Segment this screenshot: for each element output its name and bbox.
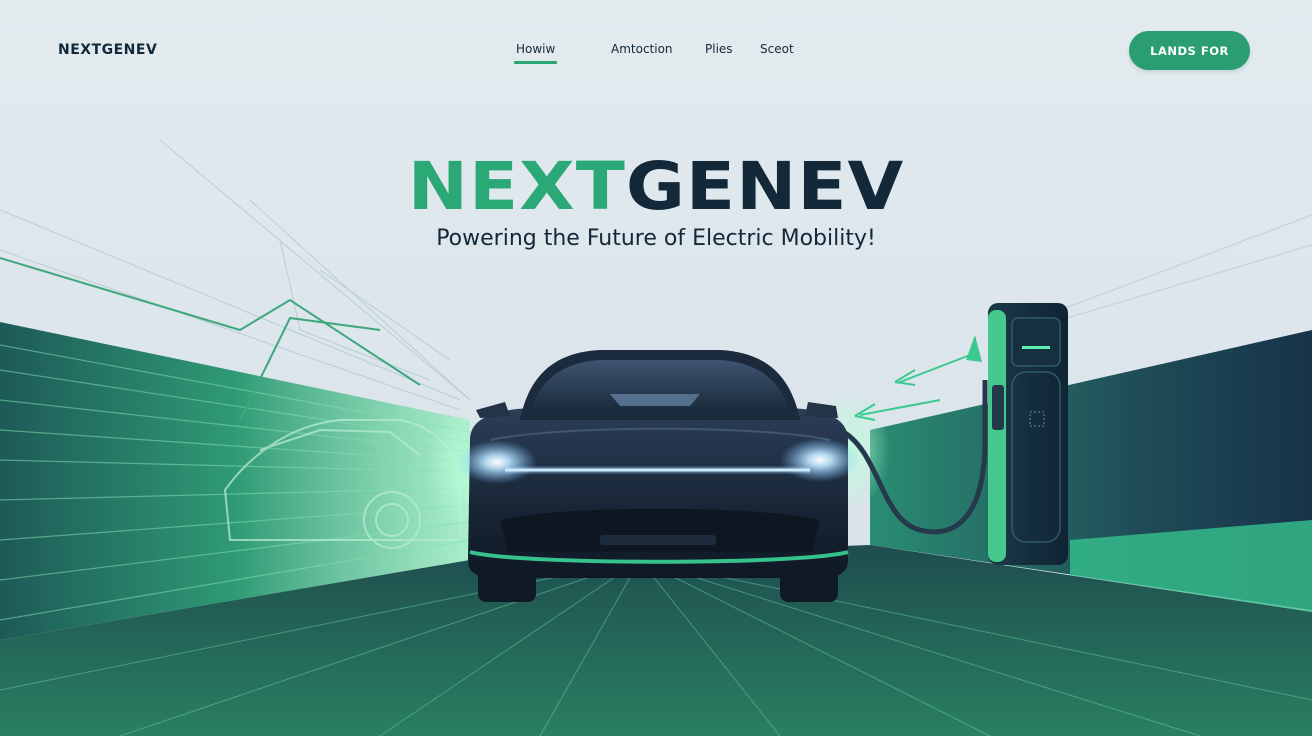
nav-item-howiw[interactable]: Howiw	[513, 42, 558, 64]
hero-title: NEXTGENEV	[0, 149, 1312, 223]
main-nav: Howiw Amtoction Plies Sceot	[0, 42, 1312, 72]
hero-tagline: Powering the Future of Electric Mobility…	[436, 226, 876, 251]
cta-button[interactable]: LANDS FOR	[1129, 31, 1250, 70]
car-illustration	[457, 350, 860, 602]
charging-station-icon	[988, 303, 1068, 565]
nav-item-plies[interactable]: Plies	[705, 42, 733, 56]
nav-item-amtoction[interactable]: Amtoction	[611, 42, 673, 56]
hero-title-part2: GENEV	[625, 147, 905, 225]
nav-item-sceot[interactable]: Sceot	[760, 42, 794, 56]
hero-illustration	[0, 139, 1312, 736]
hero-title-part1: NEXT	[407, 147, 626, 225]
